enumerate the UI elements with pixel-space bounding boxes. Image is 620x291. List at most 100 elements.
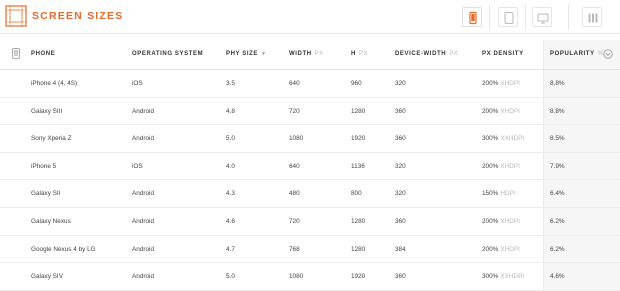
density-label: XHDPI	[500, 107, 520, 115]
cell-width: 720	[289, 217, 300, 225]
density-label: XHDPI	[500, 162, 520, 170]
columns-icon	[588, 13, 598, 23]
header-height[interactable]: H PX	[351, 51, 368, 57]
density-label: XHDPI	[500, 245, 520, 253]
cell-height: 1920	[351, 135, 366, 143]
cell-phone: iPhone 5	[31, 162, 57, 170]
header-width[interactable]: WIDTH PX	[289, 51, 324, 57]
cell-width: 720	[289, 107, 300, 115]
app-header: SCREEN SIZES	[0, 0, 620, 34]
header-phone[interactable]: PHONE	[31, 51, 55, 57]
cell-phone: Sony Xperia Z	[31, 135, 72, 143]
sort-icon: ▼	[261, 51, 267, 57]
cell-density: 200% XHDPI	[482, 108, 520, 115]
cell-height: 1920	[351, 273, 366, 281]
cell-width: 768	[289, 245, 300, 253]
density-value: 200%	[482, 162, 499, 170]
cell-device-width: 360	[395, 273, 406, 281]
table-row[interactable]: iPhone 4 (4, 4S) iOS 3.5 640 960 320 200% XHDPI…	[0, 70, 620, 98]
desktop-view-button[interactable]	[532, 7, 552, 27]
density-value: 300%	[482, 135, 499, 143]
cell-device-width: 320	[395, 80, 406, 87]
header-device-width-unit: PX	[449, 51, 459, 57]
header-height-label: H	[351, 51, 356, 57]
header-os[interactable]: OPERATING SYSTEM	[132, 51, 203, 57]
cell-height: 960	[351, 80, 362, 87]
cell-height: 1280	[351, 107, 366, 115]
cell-device-width: 384	[395, 245, 406, 253]
cell-size: 5.0	[226, 273, 235, 281]
columns-button[interactable]	[582, 7, 602, 27]
density-value: 200%	[482, 80, 499, 87]
cell-width: 640	[289, 80, 300, 87]
cell-os: Android	[132, 217, 155, 225]
cell-popularity: 6.2%	[550, 217, 565, 225]
cell-phone: Galaxy Nexus	[31, 217, 71, 225]
cell-popularity: 4.6%	[550, 273, 565, 281]
table-row[interactable]: iPhone 5 iOS 4.0 640 1136 320 200% XHDPI 7.9%	[0, 153, 620, 181]
header-width-unit: PX	[314, 51, 324, 57]
cell-height: 1136	[351, 162, 365, 170]
cell-height: 800	[351, 190, 362, 198]
header-width-label: WIDTH	[289, 51, 312, 57]
screen-sizes-table: PHONE OPERATING SYSTEM PHY SIZE ▼ WIDTH PX…	[0, 40, 620, 291]
cell-device-width: 320	[395, 162, 406, 170]
cell-width: 1080	[289, 135, 304, 143]
cell-phone: Galaxy SIII	[31, 107, 63, 115]
header-phy-size-label: PHY SIZE	[226, 51, 259, 57]
sort-toggle-icon[interactable]	[603, 49, 613, 59]
density-value: 200%	[482, 217, 499, 225]
cell-device-width: 360	[395, 107, 406, 115]
tablet-view-button[interactable]	[498, 7, 518, 27]
table-row[interactable]: Google Nexus 4 by LG Android 4.7 768 1280 384…	[0, 236, 620, 264]
cell-size: 4.8	[226, 107, 235, 115]
cell-size: 5.0	[226, 135, 235, 143]
table-row[interactable]: Galaxy SIII Android 4.8 720 1280 360 200% XHDPI…	[0, 98, 620, 126]
cell-width: 640	[289, 162, 300, 170]
header-density[interactable]: PX DENSITY	[482, 51, 524, 57]
cell-popularity: 7.9%	[550, 162, 565, 170]
cell-os: Android	[132, 107, 155, 115]
cell-size: 4.6	[226, 217, 235, 225]
brand-title: SCREEN SIZES	[32, 10, 124, 22]
cell-size: 4.0	[226, 162, 235, 170]
logo-icon	[5, 5, 27, 27]
header-popularity[interactable]: POPULARITY%	[550, 51, 604, 57]
cell-size: 3.5	[226, 80, 235, 87]
cell-device-width: 360	[395, 217, 406, 225]
cell-width: 480	[289, 190, 300, 198]
phone-icon	[469, 11, 477, 25]
density-label: XXHDPI	[500, 273, 525, 281]
header-phy-size[interactable]: PHY SIZE ▼	[226, 51, 267, 57]
header-device-width-label: DEVICE-WIDTH	[395, 51, 447, 57]
cell-density: 300% XXHDPI	[482, 135, 524, 142]
table-row[interactable]: Galaxy Nexus Android 4.6 720 1280 360 200% XHDP…	[0, 208, 620, 236]
table-row[interactable]: Galaxy SIV Android 5.0 1080 1920 360 300% XXHDP…	[0, 263, 620, 291]
density-label: XHDPI	[500, 217, 520, 225]
table-row[interactable]: Sony Xperia Z Android 5.0 1080 1920 360 300% XX…	[0, 125, 620, 153]
cell-os: iOS	[132, 162, 143, 170]
header-device-width[interactable]: DEVICE-WIDTH PX	[395, 51, 458, 57]
cell-width: 1080	[289, 273, 304, 281]
cell-device-width: 360	[395, 135, 406, 143]
density-value: 200%	[482, 245, 499, 253]
table-header: PHONE OPERATING SYSTEM PHY SIZE ▼ WIDTH PX…	[0, 40, 620, 70]
density-value: 200%	[482, 107, 499, 115]
cell-popularity: 6.2%	[550, 245, 565, 253]
header-height-unit: PX	[358, 51, 369, 57]
cell-density: 200% XHDPI	[482, 218, 520, 225]
cell-size: 4.7	[226, 245, 235, 253]
cell-os: Android	[132, 273, 155, 281]
density-label: XHDPI	[500, 80, 520, 87]
cell-phone: Google Nexus 4 by LG	[31, 245, 96, 253]
cell-height: 1280	[351, 217, 366, 225]
phone-icon	[12, 48, 20, 59]
phone-view-button[interactable]	[462, 7, 482, 27]
cell-density: 200% XHDPI	[482, 163, 520, 170]
toolbar-divider	[525, 4, 526, 30]
cell-size: 4.3	[226, 190, 235, 198]
cell-phone: Galaxy SIV	[31, 273, 63, 281]
table-row[interactable]: Galaxy SII Android 4.3 480 800 320 150% HDPI 6.4…	[0, 180, 620, 208]
cell-density: 200% XHDPI	[482, 80, 520, 87]
cell-density: 200% XHDPI	[482, 246, 520, 253]
